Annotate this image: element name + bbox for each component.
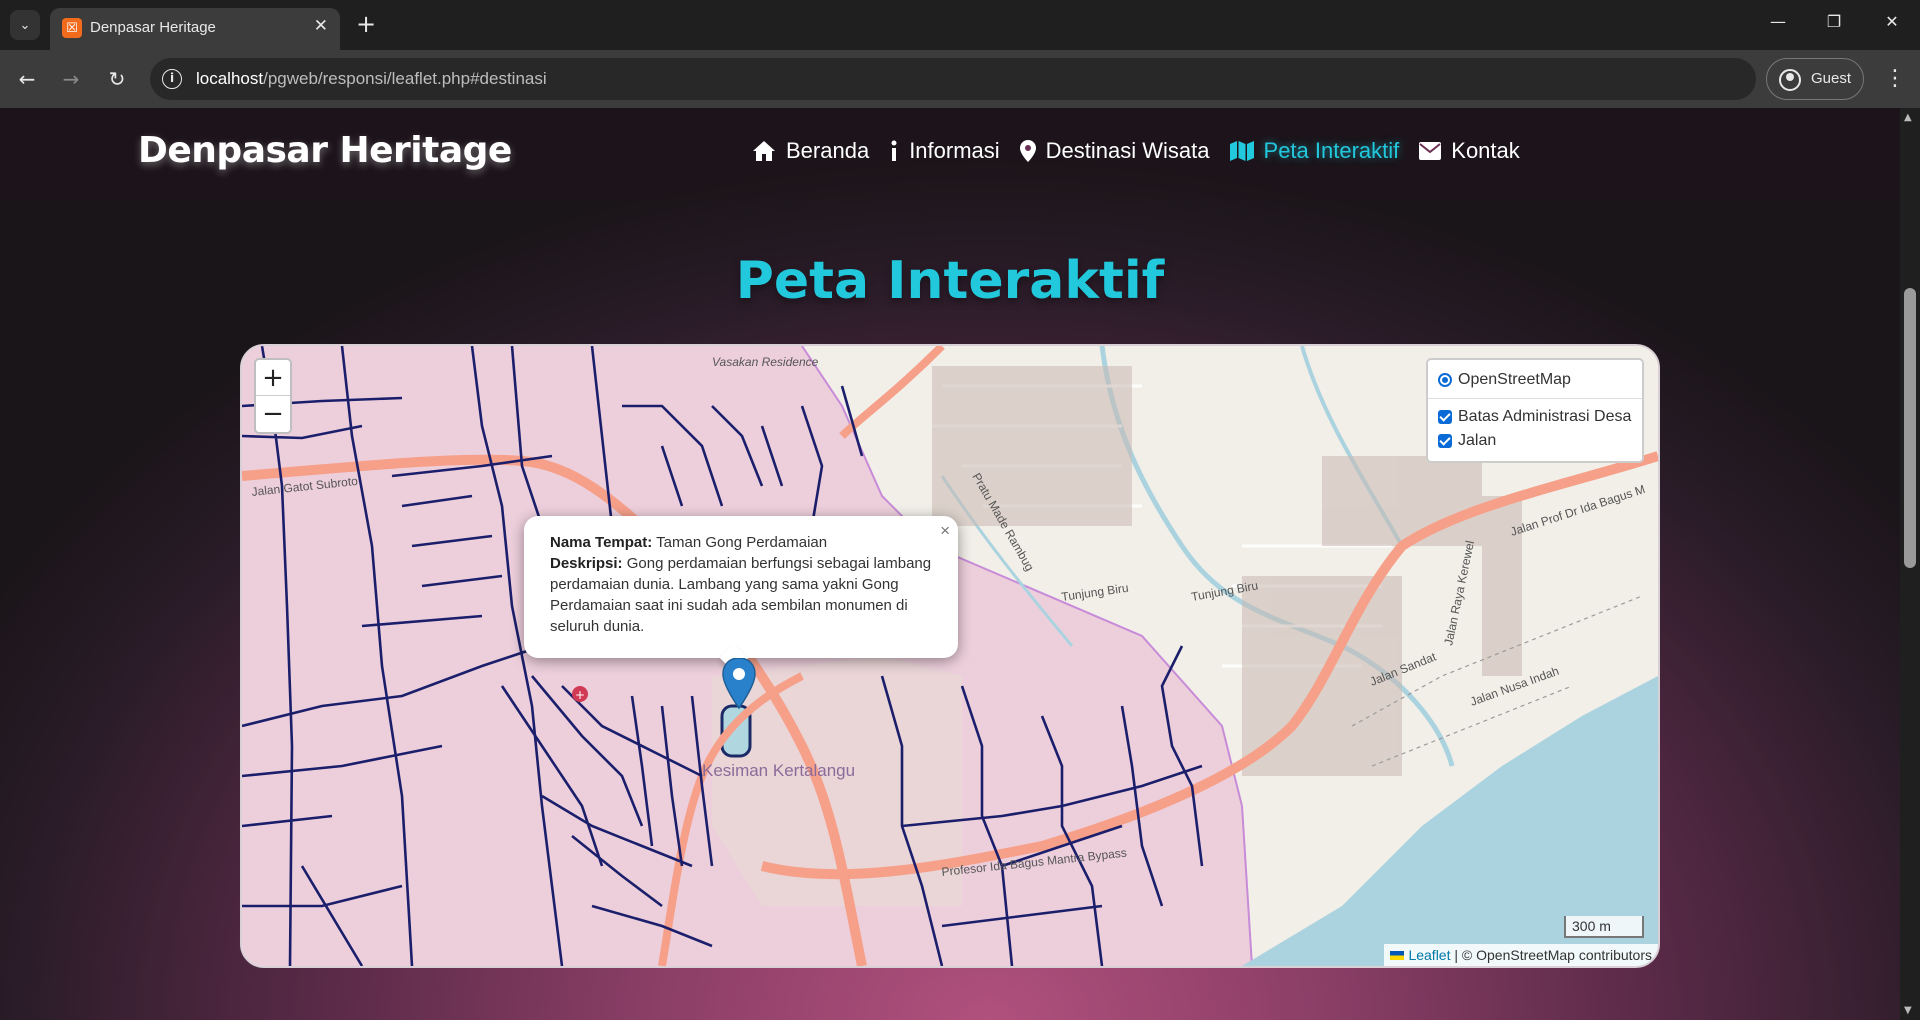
map-popup: × Nama Tempat: Taman Gong Perdamaian Des…	[524, 516, 958, 673]
main-nav: Beranda Informasi Destinasi Wisata Peta …	[752, 138, 1540, 164]
map-scale: 300 m	[1564, 916, 1644, 938]
nav-kontak[interactable]: Kontak	[1419, 138, 1520, 164]
nav-beranda[interactable]: Beranda	[752, 138, 869, 164]
nav-label: Peta Interaktif	[1263, 138, 1400, 163]
nav-destinasi-wisata[interactable]: Destinasi Wisata	[1019, 138, 1210, 164]
zoom-out-button[interactable]: −	[256, 396, 290, 432]
minimize-icon[interactable]: —	[1758, 12, 1798, 36]
xampp-favicon-icon: ☒	[62, 18, 82, 38]
reload-icon[interactable]: ↻	[102, 64, 132, 94]
nav-label: Kontak	[1451, 138, 1520, 163]
leaflet-map[interactable]: Kesiman Kertalangu Profesor Ida Bagus Ma…	[240, 344, 1660, 968]
page-title: Peta Interaktif	[735, 251, 1165, 311]
nav-informasi[interactable]: Informasi	[889, 138, 1000, 164]
overlay-label-batas: Batas Administrasi Desa	[1458, 408, 1632, 425]
browser-tab[interactable]: ☒ Denpasar Heritage ✕	[50, 8, 340, 50]
zoom-control: + −	[254, 358, 292, 434]
site-header: Denpasar Heritage Beranda Informasi Dest…	[0, 108, 1900, 200]
place-label-village: Kesiman Kertalangu	[702, 761, 855, 780]
new-tab-icon[interactable]: +	[352, 10, 380, 38]
site-brand[interactable]: Denpasar Heritage	[138, 130, 512, 171]
attribution-text: | © OpenStreetMap contributors	[1454, 947, 1652, 963]
overlay-option-jalan[interactable]: Jalan	[1438, 429, 1632, 453]
browser-toolbar: ← → ↻ i localhost/pgweb/responsi/leaflet…	[0, 50, 1920, 108]
overlay-checkbox-jalan[interactable]	[1438, 434, 1452, 448]
site-info-icon[interactable]: i	[162, 69, 182, 89]
ukraine-flag-icon	[1390, 950, 1405, 960]
place-label-vasakan: Vasakan Residence	[712, 355, 819, 369]
scroll-up-icon[interactable]: ▲	[1904, 112, 1912, 123]
layer-separator	[1428, 398, 1642, 399]
scroll-thumb[interactable]	[1904, 288, 1916, 568]
overlay-checkbox-batas[interactable]	[1438, 410, 1452, 424]
svg-text:+: +	[575, 688, 585, 702]
address-bar[interactable]: i localhost/pgweb/responsi/leaflet.php#d…	[150, 58, 1756, 100]
popup-name-label: Nama Tempat:	[550, 534, 653, 551]
tab-search-icon[interactable]: ⌄	[10, 10, 40, 40]
url-path: /pgweb/responsi/leaflet.php#destinasi	[263, 69, 547, 88]
tab-title: Denpasar Heritage	[90, 19, 216, 36]
popup-name-line: Nama Tempat: Taman Gong Perdamaian	[550, 532, 934, 553]
envelope-icon	[1419, 142, 1442, 160]
nav-label: Destinasi Wisata	[1045, 138, 1210, 163]
nav-label: Beranda	[786, 138, 870, 163]
map-attribution: Leaflet | © OpenStreetMap contributors	[1384, 944, 1658, 966]
base-layer-radio[interactable]	[1438, 373, 1452, 387]
back-icon[interactable]: ←	[12, 64, 42, 94]
scroll-down-icon[interactable]: ▼	[1904, 1005, 1912, 1016]
forward-icon[interactable]: →	[56, 64, 86, 94]
nav-peta-interaktif[interactable]: Peta Interaktif	[1229, 138, 1400, 164]
url-text[interactable]: localhost/pgweb/responsi/leaflet.php#des…	[196, 69, 547, 89]
layer-control: OpenStreetMap Batas Administrasi Desa Ja…	[1426, 358, 1644, 463]
url-host: localhost	[196, 69, 264, 88]
profile-button[interactable]: Guest	[1766, 58, 1864, 100]
browser-menu-icon[interactable]: ⋮	[1880, 64, 1910, 94]
map-marker-icon	[1019, 140, 1036, 162]
base-layer-option[interactable]: OpenStreetMap	[1438, 368, 1632, 392]
base-layer-label: OpenStreetMap	[1458, 371, 1571, 388]
popup-name-value: Taman Gong Perdamaian	[656, 534, 828, 551]
tab-close-icon[interactable]: ✕	[314, 16, 328, 36]
overlay-option-batas[interactable]: Batas Administrasi Desa	[1438, 405, 1632, 429]
browser-tab-bar: ⌄ ☒ Denpasar Heritage ✕ + — ❐ ✕	[0, 0, 1920, 50]
zoom-in-button[interactable]: +	[256, 360, 290, 396]
restore-icon[interactable]: ❐	[1814, 12, 1854, 36]
window-close-icon[interactable]: ✕	[1872, 12, 1912, 36]
popup-close-icon[interactable]: ×	[940, 520, 950, 541]
profile-icon	[1779, 69, 1801, 91]
page-viewport: Denpasar Heritage Beranda Informasi Dest…	[0, 108, 1900, 1020]
leaflet-link[interactable]: Leaflet	[1408, 944, 1450, 966]
map-icon	[1229, 141, 1254, 161]
profile-label: Guest	[1811, 70, 1852, 87]
nav-label: Informasi	[909, 138, 1000, 163]
map-marker-icon[interactable]	[722, 658, 756, 710]
popup-desc-label: Deskripsi:	[550, 555, 623, 572]
popup-desc-line: Deskripsi: Gong perdamaian berfungsi seb…	[550, 553, 934, 637]
info-icon	[891, 140, 897, 161]
home-icon	[753, 141, 775, 161]
overlay-label-jalan: Jalan	[1458, 432, 1497, 449]
page-scrollbar[interactable]: ▲ ▼	[1900, 108, 1920, 1020]
